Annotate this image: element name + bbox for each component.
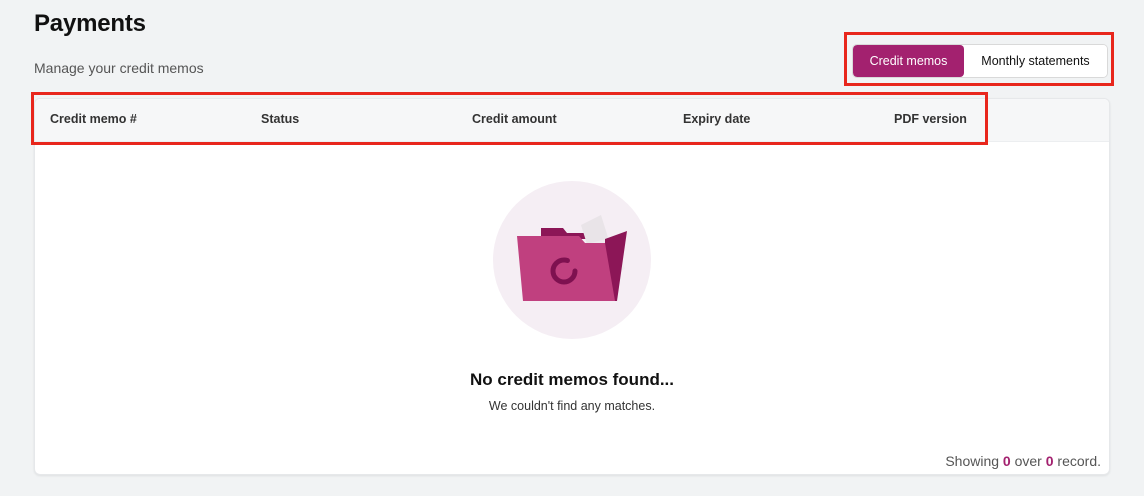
over-label: over <box>1014 453 1042 469</box>
empty-state-illustration <box>493 181 651 339</box>
table-header-highlight-box <box>31 92 988 145</box>
empty-state-description: We couldn't find any matches. <box>488 399 656 413</box>
credit-memos-card: Credit memo # Status Credit amount Expir… <box>34 98 1110 475</box>
empty-state-title: No credit memos found... <box>469 370 675 389</box>
page-title: Payments <box>34 10 146 37</box>
total-count: 0 <box>1045 453 1054 469</box>
record-count: Showing 0 over 0 record. <box>945 453 1101 469</box>
record-label: record. <box>1057 453 1101 469</box>
showing-label: Showing <box>945 453 1000 469</box>
shown-count: 0 <box>1002 453 1011 469</box>
page-subtitle: Manage your credit memos <box>34 60 204 76</box>
toggle-highlight-box <box>844 32 1114 86</box>
folder-icon <box>517 215 627 301</box>
